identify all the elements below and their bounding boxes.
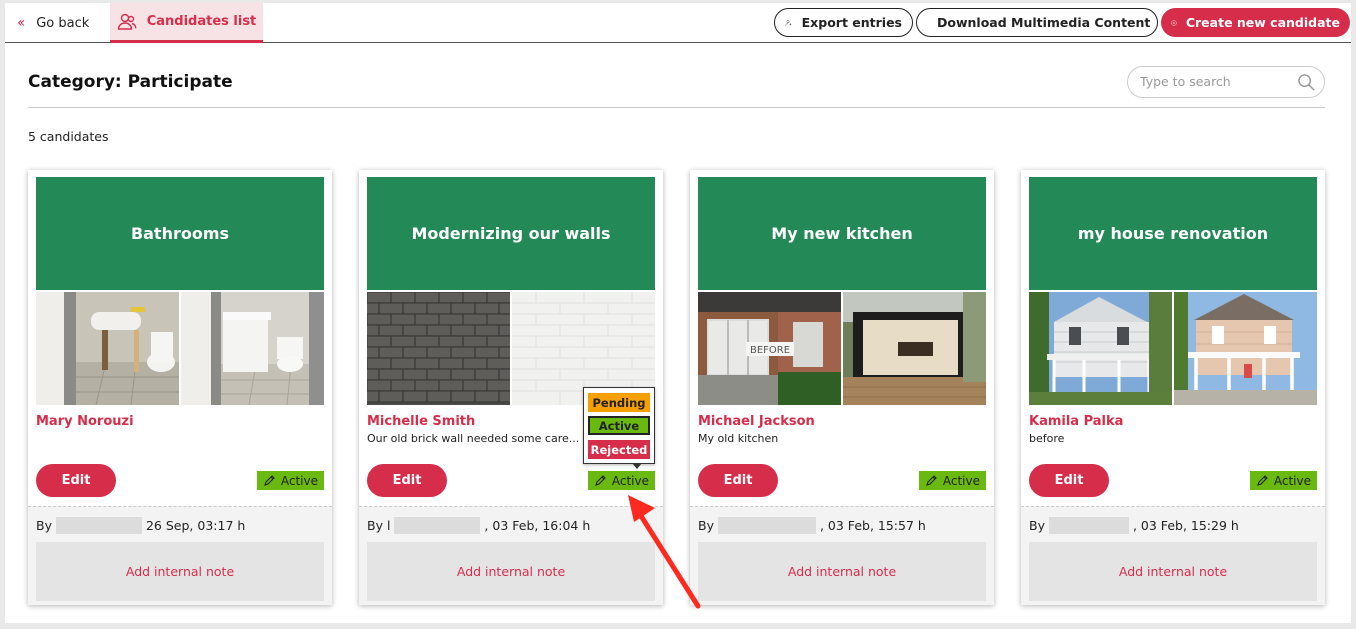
status-badge[interactable]: Active [587, 471, 655, 490]
by-label: By l [367, 518, 391, 533]
status-label: Active [611, 473, 649, 488]
annotation-arrow [628, 495, 701, 609]
pencil-icon [264, 474, 275, 486]
status-label: Active [280, 473, 318, 488]
candidate-description: My old kitchen [698, 432, 779, 445]
pencil-icon [926, 474, 937, 486]
status-label: Active [942, 473, 980, 488]
tab-label: Candidates list [146, 14, 257, 29]
add-internal-note-button[interactable]: Add internal note [367, 542, 655, 601]
status-badge[interactable]: Active [256, 471, 324, 490]
card-photos [1029, 292, 1317, 405]
card-title[interactable]: My new kitchen [698, 177, 986, 290]
candidate-name[interactable]: Kamila Palka [1029, 414, 1123, 429]
entry-date: , 03 Feb, 16:04 h [484, 518, 591, 533]
create-label: Create new candidate [1185, 15, 1340, 30]
card-footer: By , 03 Feb, 15:57 h Add internal note [690, 506, 994, 605]
candidate-card: Bathrooms Mary Norouzi Edit Active By 26… [28, 170, 332, 605]
edit-button[interactable]: Edit [367, 464, 447, 497]
status-label: Active [1273, 473, 1311, 488]
export-label: Export entries [801, 15, 902, 30]
download-multimedia-button[interactable]: Download Multimedia Content [916, 8, 1158, 37]
candidate-count: 5 candidates [28, 129, 109, 144]
entry-date: , 03 Feb, 15:29 h [1132, 518, 1239, 533]
candidate-name[interactable]: Mary Norouzi [36, 414, 134, 429]
edit-button[interactable]: Edit [36, 464, 116, 497]
add-internal-note-button[interactable]: Add internal note [698, 542, 986, 601]
status-option-active[interactable]: Active [588, 416, 650, 435]
candidate-name[interactable]: Michelle Smith [367, 414, 475, 429]
photo-brick-wall[interactable] [367, 292, 510, 405]
download-label: Download Multimedia Content [937, 15, 1151, 30]
redacted-author [717, 517, 816, 534]
card-title[interactable]: my house renovation [1029, 177, 1317, 290]
card-title[interactable]: Modernizing our walls [367, 177, 655, 290]
entry-date: 26 Sep, 03:17 h [145, 518, 246, 533]
redacted-author [55, 517, 142, 534]
entry-date: , 03 Feb, 15:57 h [819, 518, 926, 533]
by-label: By [1029, 518, 1045, 533]
card-photos: BEFORE [698, 292, 986, 405]
status-option-pending[interactable]: Pending [588, 393, 650, 412]
card-footer: By 26 Sep, 03:17 h Add internal note [28, 506, 332, 605]
status-dropdown: Pending Active Rejected [583, 387, 655, 464]
export-entries-button[interactable]: Export entries [774, 8, 913, 37]
status-badge[interactable]: Active [1249, 471, 1317, 490]
photo-bathroom-before[interactable] [36, 292, 179, 405]
create-candidate-button[interactable]: Create new candidate [1161, 8, 1350, 37]
tab-candidates-list[interactable]: Candidates list [110, 3, 263, 43]
edit-button[interactable]: Edit [698, 464, 778, 497]
page-title: Category: Participate [28, 72, 233, 92]
top-bar: ‹‹ Go back Candidates list Export entrie… [5, 3, 1351, 43]
add-internal-note-button[interactable]: Add internal note [1029, 542, 1317, 601]
candidate-name[interactable]: Michael Jackson [698, 414, 815, 429]
edit-button[interactable]: Edit [1029, 464, 1109, 497]
pencil-icon [595, 474, 606, 486]
status-badge[interactable]: Active [918, 471, 986, 490]
search-icon[interactable] [1297, 73, 1316, 92]
double-chevron-left-icon: ‹‹ [17, 15, 25, 31]
add-internal-note-button[interactable]: Add internal note [36, 542, 324, 601]
candidate-description: Our old brick wall needed some care... [367, 432, 580, 445]
search-box[interactable] [1127, 66, 1325, 98]
author-line: By 26 Sep, 03:17 h [36, 517, 245, 534]
divider [28, 107, 1325, 108]
user-export-icon [785, 19, 792, 26]
go-back-link[interactable]: ‹‹ Go back [17, 12, 89, 34]
card-photos [36, 292, 324, 405]
photo-bathroom-after[interactable] [181, 292, 324, 405]
card-footer: By , 03 Feb, 15:29 h Add internal note [1021, 506, 1325, 605]
users-icon [117, 13, 137, 30]
pencil-icon [1257, 474, 1268, 486]
card-title[interactable]: Bathrooms [36, 177, 324, 290]
go-back-label: Go back [36, 15, 90, 31]
author-line: By , 03 Feb, 15:57 h [698, 517, 926, 534]
before-watermark: BEFORE [750, 345, 790, 356]
search-input[interactable] [1140, 74, 1290, 89]
photo-house-after[interactable] [1174, 292, 1317, 405]
author-line: By l , 03 Feb, 16:04 h [367, 517, 590, 534]
author-line: By , 03 Feb, 15:29 h [1029, 517, 1239, 534]
by-label: By [36, 518, 52, 533]
plus-circle-icon [1171, 19, 1177, 26]
photo-kitchen-before[interactable]: BEFORE [698, 292, 841, 405]
redacted-author [394, 517, 481, 534]
status-option-rejected[interactable]: Rejected [588, 440, 650, 459]
candidate-card: my house renovation Kamila Palka before … [1021, 170, 1325, 605]
candidate-description: before [1029, 432, 1065, 445]
redacted-author [1048, 517, 1129, 534]
photo-kitchen-after[interactable] [843, 292, 986, 405]
dropdown-pointer [632, 463, 642, 469]
photo-house-before[interactable] [1029, 292, 1172, 405]
card-footer: By l , 03 Feb, 16:04 h Add internal note [359, 506, 663, 605]
candidate-card: My new kitchen BEFORE Michael Jackson My… [690, 170, 994, 605]
